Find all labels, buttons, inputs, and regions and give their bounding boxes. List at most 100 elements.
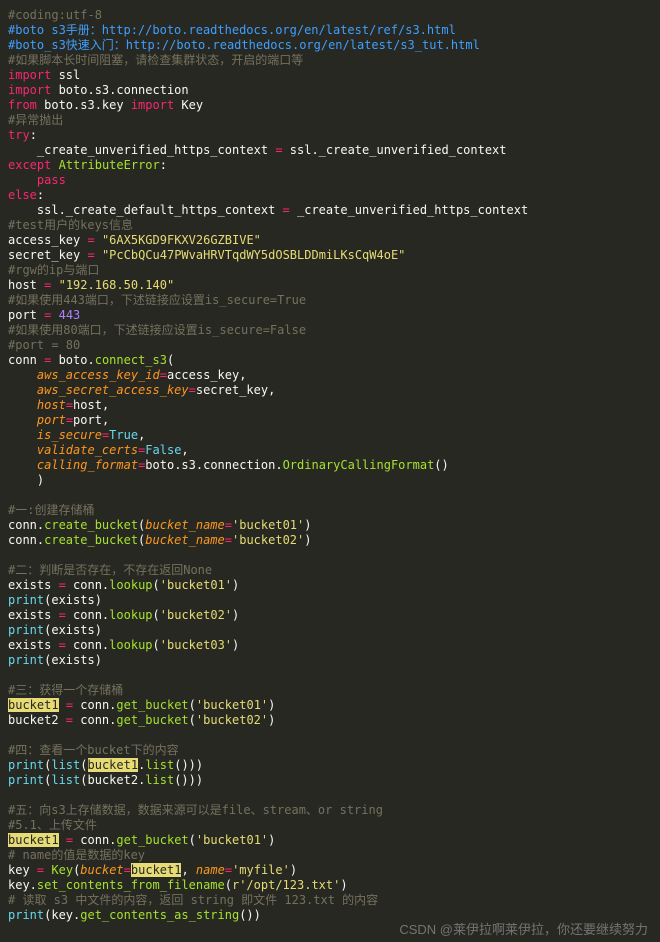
code-line: from boto.s3.key import Key (8, 98, 203, 112)
token-arg: validate_certs (37, 443, 138, 457)
token-hl: bucket1 (8, 833, 59, 847)
token-bi: print (8, 653, 44, 667)
code-line: #boto_s3快速入门：http://boto.readthedocs.org… (8, 38, 480, 52)
token-n: ) (232, 638, 239, 652)
token-arg: bucket_name (145, 518, 224, 532)
token-fn: get_bucket (116, 713, 188, 727)
token-s: 'bucket01' (196, 698, 268, 712)
token-bi: print (8, 773, 44, 787)
token-n: ()) (239, 908, 261, 922)
code-line: except AttributeError: (8, 158, 167, 172)
token-n (51, 278, 58, 292)
token-n: key (8, 863, 37, 877)
token-kw: = (66, 413, 73, 427)
token-n: conn. (66, 608, 109, 622)
token-s: 'bucket02' (196, 713, 268, 727)
code-line: #coding:utf-8 (8, 8, 102, 22)
code-line: # 读取 s3 中文件的内容，返回 string 即文件 123.txt 的内容 (8, 893, 378, 907)
code-line: else: (8, 188, 44, 202)
token-n: ssl (51, 68, 80, 82)
token-fn: get_bucket (116, 698, 188, 712)
token-arg: name (196, 863, 225, 877)
code-line: ssl._create_default_https_context = _cre… (8, 203, 528, 217)
token-c: #rgw的ip与端口 (8, 263, 99, 277)
token-bi: list (51, 758, 80, 772)
token-c: #port = 80 (8, 338, 80, 352)
token-kw: = (87, 233, 94, 247)
token-n: ())) (174, 758, 203, 772)
token-fn: create_bucket (44, 533, 138, 547)
code-line: host = "192.168.50.140" (8, 278, 174, 292)
token-c: # 读取 s3 中文件的内容，返回 string 即文件 123.txt 的内容 (8, 893, 378, 907)
token-s: 'bucket01' (196, 833, 268, 847)
code-line: calling_format=boto.s3.connection.Ordina… (8, 458, 449, 472)
code-line: ) (8, 473, 44, 487)
token-n: : (30, 128, 37, 142)
token-kw: import (131, 98, 174, 112)
token-kw: = (189, 383, 196, 397)
token-n: port (8, 308, 44, 322)
code-line: bucket1 = conn.get_bucket('bucket01') (8, 698, 275, 712)
token-n: ) (8, 473, 44, 487)
token-n: (bucket2. (80, 773, 145, 787)
token-num: 443 (59, 308, 81, 322)
token-kw: from (8, 98, 37, 112)
token-n: : (37, 188, 44, 202)
code-line: host=host, (8, 398, 109, 412)
code-line: conn.create_bucket(bucket_name='bucket02… (8, 533, 311, 547)
token-c: #5.1、上传文件 (8, 818, 97, 832)
code-line: aws_secret_access_key=secret_key, (8, 383, 275, 397)
token-n: ) (290, 863, 297, 877)
token-s: 'bucket01' (160, 578, 232, 592)
token-n: ( (189, 833, 196, 847)
token-n: conn. (66, 578, 109, 592)
code-line: exists = conn.lookup('bucket03') (8, 638, 239, 652)
token-c: #如果使用80端口，下述链接应设置is_secure=False (8, 323, 306, 337)
token-n: ) (268, 833, 275, 847)
token-n (8, 398, 37, 412)
code-line: #如果脚本长时间阻塞，请检查集群状态，开启的端口等 (8, 53, 303, 67)
token-fn: Key (51, 863, 73, 877)
token-n: key. (8, 878, 37, 892)
token-fn: list (145, 773, 174, 787)
token-arg: is_secure (37, 428, 102, 442)
token-n: , (181, 443, 188, 457)
code-line: print(list(bucket2.list())) (8, 773, 203, 787)
token-kw: import (8, 83, 51, 97)
code-line: print(list(bucket1.list())) (8, 758, 203, 772)
token-kw: = (124, 863, 131, 877)
code-line: #二：判断是否存在，不存在返回None (8, 563, 212, 577)
code-line: port=port, (8, 413, 109, 427)
token-fn: lookup (109, 608, 152, 622)
code-line: key = Key(bucket=bucket1, name='myfile') (8, 863, 297, 877)
token-n: ( (189, 713, 196, 727)
token-n (95, 233, 102, 247)
code-line: exists = conn.lookup('bucket01') (8, 578, 239, 592)
token-c: #如果使用443端口，下述链接应设置is_secure=True (8, 293, 306, 307)
token-n: ssl._create_default_https_context (8, 203, 283, 217)
token-fn: set_contents_from_filename (37, 878, 225, 892)
token-c: #四：查看一个bucket下的内容 (8, 743, 179, 757)
code-line: conn.create_bucket(bucket_name='bucket01… (8, 518, 311, 532)
token-n: boto.s3.key (37, 98, 131, 112)
token-n: access_key, (167, 368, 246, 382)
token-n (8, 368, 37, 382)
token-n: ) (304, 518, 311, 532)
code-line: #异常抛出 (8, 113, 63, 127)
token-n: conn. (73, 698, 116, 712)
token-bi: print (8, 623, 44, 637)
code-line: key.set_contents_from_filename(r'/opt/12… (8, 878, 348, 892)
token-n: bucket2 (8, 713, 66, 727)
token-n: _create_unverified_https_context (290, 203, 528, 217)
code-line: print(exists) (8, 623, 102, 637)
token-c: #异常抛出 (8, 113, 63, 127)
token-bi: print (8, 593, 44, 607)
token-n: host, (73, 398, 109, 412)
code-line: conn = boto.connect_s3( (8, 353, 174, 367)
token-n: conn. (66, 638, 109, 652)
code-line: bucket2 = conn.get_bucket('bucket02') (8, 713, 275, 727)
token-fn: AttributeError (59, 158, 160, 172)
token-n: (exists) (44, 593, 102, 607)
code-line: #如果使用443端口，下述链接应设置is_secure=True (8, 293, 306, 307)
code-line: import boto.s3.connection (8, 83, 189, 97)
